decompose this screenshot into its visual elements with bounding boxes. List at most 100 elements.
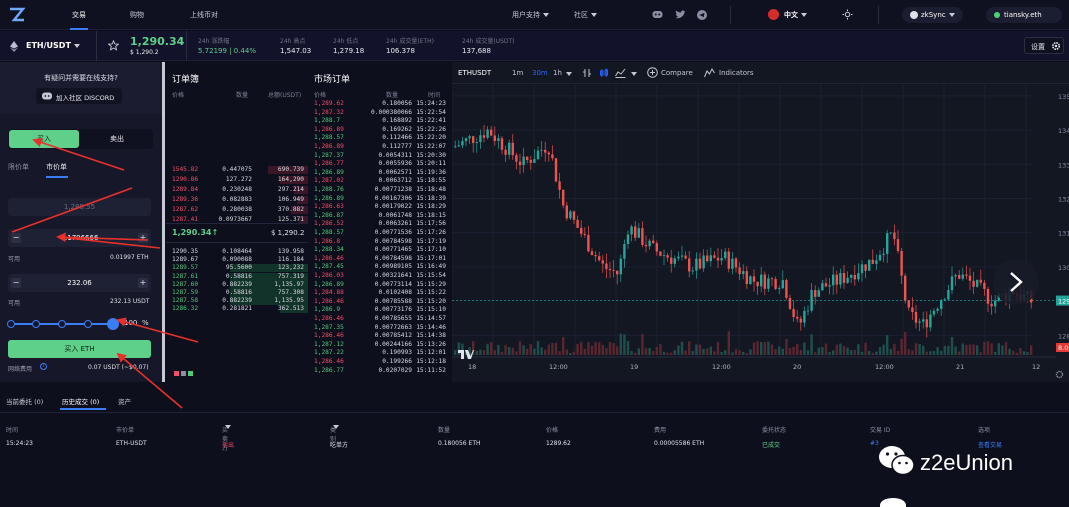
last-price: 1,290.34 (130, 35, 185, 48)
language-select[interactable]: 中文 (784, 10, 807, 20)
bid-row[interactable]: 1290.35 0.108464 139.958 (172, 248, 308, 256)
nav-tab-shop[interactable]: 购物 (130, 10, 144, 20)
candle-body (922, 319, 925, 322)
account-button[interactable]: tiansky.eth (986, 7, 1062, 23)
next-page-button[interactable] (993, 259, 1039, 305)
view-both-icon[interactable] (181, 371, 186, 376)
chevron-down-icon[interactable] (566, 72, 572, 76)
nav-tab-trade[interactable]: 交易 (70, 10, 88, 30)
candle-body (490, 129, 493, 136)
trade-price: 1,288.76 (314, 186, 344, 193)
user-support-menu[interactable]: 用户支持 (512, 10, 549, 20)
bid-row[interactable]: 1287.60 0.882239 1,135.97 (172, 281, 308, 289)
limit-order-tab[interactable]: 限价单 (8, 162, 29, 172)
sell-tab[interactable]: 卖出 (82, 130, 152, 148)
interval-1m[interactable]: 1m (512, 69, 523, 77)
bid-row[interactable]: 1287.58 0.882239 1,135.95 (172, 297, 308, 305)
volume-bar (986, 341, 990, 355)
chevron-down-icon[interactable] (631, 72, 637, 76)
slider-step[interactable] (7, 320, 15, 328)
twitter-icon[interactable] (675, 10, 686, 20)
community-menu[interactable]: 社区 (574, 10, 597, 20)
price-input[interactable]: 1,289.55 (8, 198, 151, 216)
slider-step[interactable] (32, 320, 40, 328)
theme-toggle-sun-icon[interactable] (842, 9, 853, 20)
increment-button[interactable]: + (138, 278, 148, 288)
indicators-button[interactable]: Indicators (719, 69, 754, 77)
volume-bar (958, 351, 961, 355)
interval-30m[interactable]: 30m (532, 69, 548, 77)
trade-row: 1,286.8 0.00784598 15:17:19 (314, 238, 448, 246)
trade-price: 1,286.63 (314, 203, 344, 211)
bid-row[interactable]: 1287.59 0.58816 757.308 (172, 289, 308, 297)
bid-total: 757.308 (277, 289, 304, 296)
view-asks-icon[interactable] (174, 371, 179, 376)
bid-row[interactable]: 1289.67 0.090088 116.184 (172, 256, 308, 264)
price-chart[interactable]: ETHUSDT 1m 30m 1h Compare Indicators 135… (452, 62, 1069, 382)
discord-join-button[interactable]: 加入社区 DISCORD (36, 88, 122, 104)
volume-bar (1022, 351, 1026, 355)
trade-amount: 0.0207029 (378, 366, 412, 374)
slider-handle[interactable] (107, 318, 119, 330)
candlestick-plot[interactable]: 1350.00 1340.00 1330.00 1320.00 1310.00 1300.… (452, 85, 1069, 382)
interval-1h[interactable]: 1h (553, 69, 562, 77)
usdt-amount-input[interactable]: 232.06 (8, 279, 151, 287)
trade-row: 1,287.32 0.000380066 15:22:54 (314, 109, 448, 117)
order-form-panel: 有疑问并需要在线支持? 加入社区 DISCORD 买入 卖出 限价单 市价单 1… (0, 62, 162, 382)
compare-button[interactable]: Compare (661, 69, 693, 77)
ask-row[interactable]: 1287.62 0.280038 370.882 (172, 206, 308, 214)
info-icon[interactable]: i (40, 363, 47, 370)
candle-body (871, 259, 874, 264)
market-order-tab[interactable]: 市价单 (46, 162, 67, 172)
view-trade-link[interactable]: 查看交易 (978, 440, 1002, 449)
bid-row[interactable]: 1287.61 0.58816 757.319 (172, 273, 308, 281)
candles-icon[interactable] (599, 68, 609, 78)
view-bids-icon[interactable] (188, 371, 193, 376)
bar-style-icon[interactable] (582, 68, 592, 78)
telegram-icon[interactable] (697, 10, 707, 20)
bid-price: 1289.67 (172, 256, 199, 264)
settings-button[interactable]: 设置 (1024, 37, 1064, 54)
active-tab-underline (46, 176, 68, 178)
ask-row[interactable]: 1289.84 0.230248 297.214 (172, 186, 308, 194)
chart-settings-gear-icon[interactable] (1055, 370, 1064, 379)
area-chart-icon[interactable] (615, 68, 626, 78)
active-tab-underline (60, 408, 106, 410)
book-view-toggle[interactable] (174, 369, 193, 378)
bid-amount: 0.281821 (222, 305, 252, 313)
discord-icon[interactable] (652, 10, 663, 20)
history-table-header: 时间 市价单 买卖方 类别 数量 价格 费用 委托状态 交易 ID 选项 (0, 425, 1069, 452)
tab-assets[interactable]: 资产 (118, 396, 131, 406)
volume-bar (497, 345, 500, 355)
ask-row[interactable]: 1289.36 0.082883 106.949 (172, 196, 308, 204)
pair-selector[interactable]: ETH/USDT (26, 41, 80, 50)
tradingview-logo-icon[interactable] (458, 348, 474, 360)
network-select[interactable]: zkSync (902, 7, 963, 23)
tab-trade-history[interactable]: 历史成交 (0) (62, 396, 99, 406)
compare-plus-icon[interactable] (647, 67, 658, 78)
bid-row[interactable]: 1286.32 0.281821 362.513 (172, 305, 308, 313)
tab-open-orders[interactable]: 当前委托 (0) (6, 396, 43, 406)
volume-bar (720, 351, 723, 355)
account-label: tiansky.eth (1004, 11, 1042, 19)
nav-tab-listings[interactable]: 上线币对 (190, 10, 218, 20)
increment-button[interactable]: + (138, 233, 148, 243)
slider-step[interactable] (84, 320, 92, 328)
buy-eth-button[interactable]: 买入 ETH (8, 340, 151, 358)
indicators-icon[interactable] (704, 68, 715, 78)
zksync-icon (910, 11, 918, 19)
volume-bar (893, 343, 896, 355)
favorite-star-icon[interactable] (108, 40, 119, 51)
trade-time: 15:16:49 (416, 263, 446, 271)
trade-amount: 0.000380066 (371, 108, 412, 116)
slider-step[interactable] (58, 320, 66, 328)
quantity-input[interactable]: 0.1796666 (8, 234, 151, 242)
percentage-slider[interactable] (7, 318, 119, 330)
buy-tab[interactable]: 买入 (9, 130, 79, 148)
candle-body (533, 159, 536, 163)
app-logo-icon[interactable] (8, 6, 26, 24)
bid-total: 757.319 (277, 272, 304, 280)
bid-row[interactable]: 1289.57 95.5600 123,232 (172, 264, 308, 272)
ask-row[interactable]: 1290.86 127.272 164,290 (172, 176, 308, 184)
ask-row[interactable]: 1545.82 0.447075 690.739 (172, 166, 308, 174)
